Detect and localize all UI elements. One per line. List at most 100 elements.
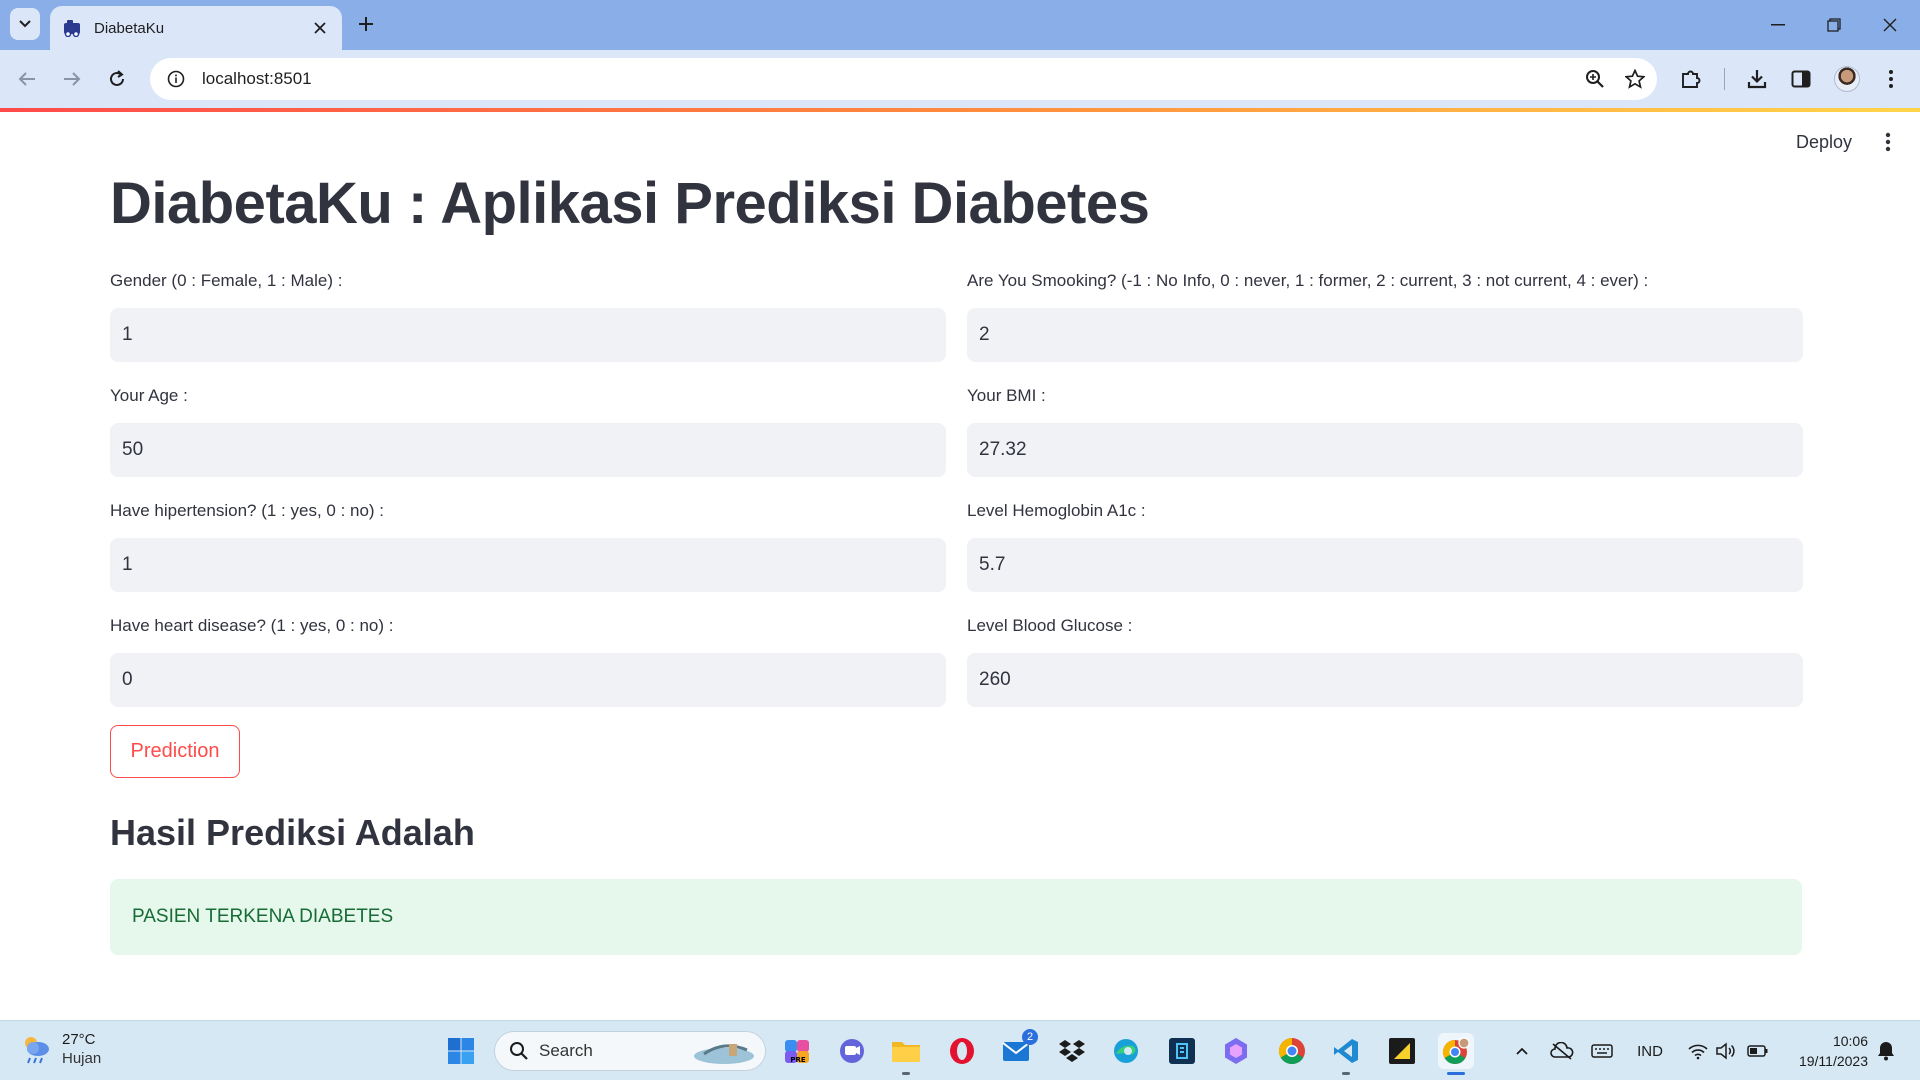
- opera-app[interactable]: [944, 1033, 980, 1069]
- side-panel-button[interactable]: [1786, 64, 1816, 94]
- battery-icon: [1747, 1045, 1768, 1057]
- notifications-button[interactable]: [1874, 1039, 1898, 1063]
- volume-tray[interactable]: [1712, 1039, 1740, 1063]
- more-vertical-icon: [1889, 70, 1893, 88]
- smoking-input[interactable]: [967, 308, 1803, 362]
- input-language[interactable]: IND: [1630, 1039, 1670, 1063]
- active-indicator: [1447, 1072, 1465, 1075]
- new-tab-button[interactable]: [352, 10, 380, 38]
- heart-disease-field: Have heart disease? (1 : yes, 0 : no) :: [110, 613, 946, 707]
- hba1c-field: Level Hemoglobin A1c :: [967, 498, 1803, 592]
- windows-taskbar: 27°C Hujan Search PRE 2 IND 10:06 19/11/…: [0, 1020, 1920, 1080]
- weather-widget[interactable]: 27°C Hujan: [20, 1030, 101, 1068]
- bmi-input[interactable]: [967, 423, 1803, 477]
- hba1c-input[interactable]: [967, 538, 1803, 592]
- result-text: PASIEN TERKENA DIABETES: [132, 906, 394, 927]
- database-app-icon: [1169, 1038, 1195, 1064]
- wifi-icon: [1688, 1044, 1708, 1060]
- age-label: Your Age :: [110, 386, 188, 405]
- more-vertical-icon: [1885, 132, 1891, 152]
- puzzle-icon: [1682, 70, 1701, 88]
- onedrive-tray[interactable]: [1548, 1039, 1576, 1063]
- svg-text:PRE: PRE: [790, 1056, 806, 1064]
- gender-input[interactable]: [110, 308, 946, 362]
- prediction-button[interactable]: Prediction: [110, 725, 240, 778]
- close-window-button[interactable]: [1862, 0, 1917, 50]
- bmi-label: Your BMI :: [967, 386, 1046, 405]
- hypertension-field: Have hipertension? (1 : yes, 0 : no) :: [110, 498, 946, 592]
- bookmark-star-icon[interactable]: [1617, 61, 1653, 97]
- heart-disease-input[interactable]: [110, 653, 946, 707]
- chrome-app[interactable]: [1274, 1033, 1310, 1069]
- chrome-profile-app[interactable]: [1438, 1033, 1474, 1075]
- downloads-button[interactable]: [1742, 64, 1772, 94]
- battery-tray[interactable]: [1744, 1039, 1772, 1063]
- streamlit-favicon-icon: [62, 18, 82, 38]
- chat-icon: [840, 1039, 864, 1063]
- sticky-notes-app[interactable]: [1384, 1033, 1420, 1069]
- taskbar-search[interactable]: Search: [494, 1031, 766, 1071]
- toolbar-divider: [1724, 68, 1725, 90]
- bell-icon: [1878, 1042, 1894, 1061]
- gender-label: Gender (0 : Female, 1 : Male) :: [110, 271, 343, 290]
- glucose-label: Level Blood Glucose :: [967, 616, 1133, 635]
- copilot-icon: PRE: [785, 1040, 809, 1064]
- restore-icon: [1826, 18, 1841, 32]
- plus-icon: [359, 17, 373, 31]
- running-indicator: [1342, 1072, 1350, 1075]
- sticky-note-icon: [1389, 1038, 1415, 1064]
- close-tab-icon[interactable]: [310, 18, 330, 38]
- edge-app[interactable]: [1108, 1033, 1144, 1069]
- extensions-button[interactable]: [1676, 64, 1706, 94]
- address-bar[interactable]: localhost:8501: [150, 58, 1657, 100]
- wifi-tray[interactable]: [1684, 1039, 1712, 1063]
- vscode-app[interactable]: [1328, 1033, 1364, 1075]
- browser-tab[interactable]: DiabetaKu: [50, 6, 342, 50]
- hypertension-input[interactable]: [110, 538, 946, 592]
- forward-button[interactable]: [57, 64, 87, 94]
- teams-chat-app[interactable]: [834, 1033, 870, 1069]
- file-explorer-app[interactable]: [888, 1033, 924, 1075]
- chevron-up-icon: [1516, 1047, 1528, 1055]
- weather-temperature: 27°C: [62, 1031, 96, 1048]
- reload-button[interactable]: [102, 64, 132, 94]
- profile-button[interactable]: [1832, 64, 1862, 94]
- url-text[interactable]: localhost:8501: [202, 69, 1577, 89]
- smoking-field: Are You Smooking? (-1 : No Info, 0 : nev…: [967, 268, 1803, 362]
- avatar: [1834, 66, 1860, 92]
- show-hidden-icons-button[interactable]: [1510, 1039, 1534, 1063]
- bmi-field: Your BMI :: [967, 383, 1803, 477]
- tab-search-button[interactable]: [10, 8, 40, 40]
- rain-cloud-icon: [25, 1037, 49, 1064]
- start-button[interactable]: [443, 1033, 479, 1069]
- glucose-input[interactable]: [967, 653, 1803, 707]
- hexagon-app-icon: [1225, 1038, 1247, 1064]
- restore-button[interactable]: [1806, 0, 1861, 50]
- copilot-web-app[interactable]: [1218, 1033, 1254, 1069]
- age-input[interactable]: [110, 423, 946, 477]
- keyboard-icon: [1591, 1044, 1613, 1058]
- chrome-icon: [1278, 1037, 1305, 1065]
- minimize-button[interactable]: [1750, 0, 1805, 50]
- mail-app[interactable]: 2: [998, 1029, 1038, 1069]
- azure-data-studio-app[interactable]: [1164, 1033, 1200, 1069]
- deploy-button[interactable]: Deploy: [1780, 128, 1868, 156]
- result-success-alert: PASIEN TERKENA DIABETES: [110, 879, 1802, 955]
- copilot-app[interactable]: PRE: [780, 1033, 816, 1069]
- system-clock[interactable]: 10:06 19/11/2023: [1784, 1031, 1868, 1071]
- site-info-icon[interactable]: [164, 67, 188, 91]
- app-menu-button[interactable]: [1872, 128, 1904, 156]
- zoom-icon[interactable]: [1577, 61, 1613, 97]
- weather-description: Hujan: [62, 1050, 102, 1067]
- close-icon: [1883, 18, 1896, 32]
- touch-keyboard-tray[interactable]: [1588, 1039, 1616, 1063]
- dropbox-icon: [1059, 1040, 1085, 1062]
- clock-time: 10:06: [1832, 1033, 1868, 1049]
- back-button[interactable]: [12, 64, 42, 94]
- reload-icon: [110, 70, 124, 86]
- browser-menu-button[interactable]: [1876, 64, 1906, 94]
- windows-logo-icon: [448, 1038, 474, 1064]
- arrow-right-icon: [64, 72, 81, 86]
- dropbox-app[interactable]: [1054, 1033, 1090, 1069]
- heart-disease-label: Have heart disease? (1 : yes, 0 : no) :: [110, 616, 394, 635]
